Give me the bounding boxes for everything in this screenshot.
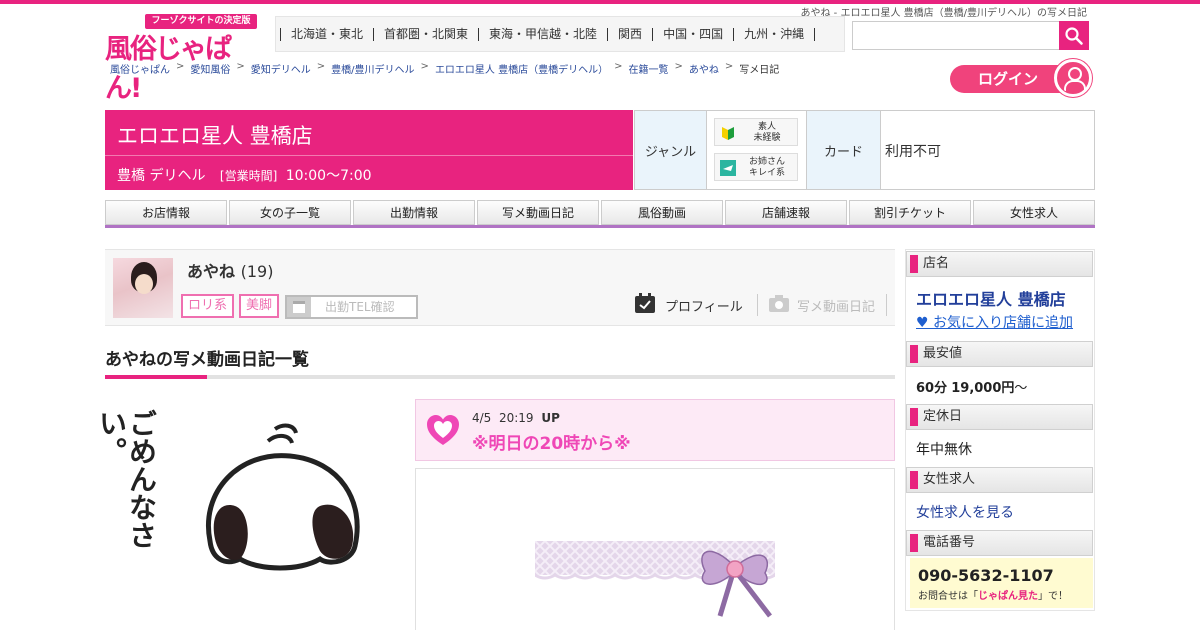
- sidebar-holiday-value: 年中無休: [916, 442, 972, 458]
- beginner-icon: [719, 124, 737, 142]
- tab-diary[interactable]: 写メ動画日記: [477, 200, 599, 225]
- jobs-link[interactable]: 女性求人を見る: [916, 502, 1014, 522]
- ribbon-banner-image: [535, 541, 775, 618]
- sidebar-price-label: 最安値: [906, 341, 1093, 367]
- favorite-link[interactable]: ♥ お気に入り店舗に追加: [916, 312, 1073, 332]
- breadcrumb-link[interactable]: あやね: [689, 61, 719, 76]
- breadcrumb-current: 写メ日記: [739, 65, 780, 76]
- tag-badge: ロリ系: [181, 294, 235, 318]
- tab-videos[interactable]: 風俗動画: [601, 200, 723, 225]
- tab-schedule[interactable]: 出勤情報: [353, 200, 475, 225]
- girl-age: (19): [240, 262, 274, 281]
- girl-thumbnail[interactable]: [113, 258, 173, 318]
- search-input[interactable]: [852, 21, 1060, 50]
- sidebar-price: 60分 19,000円～: [916, 381, 1028, 396]
- section-underline: [105, 375, 895, 379]
- diary-link[interactable]: 写メ動画日記: [797, 296, 875, 315]
- calendar-check-icon: [634, 292, 656, 314]
- sidebar-holiday-label: 定休日: [906, 404, 1093, 430]
- camera-icon: [768, 293, 790, 313]
- heart-icon: [427, 415, 459, 445]
- sidebar-jobs-label: 女性求人: [906, 467, 1093, 493]
- card-label: カード: [807, 111, 881, 189]
- sidebar-shop-name[interactable]: エロエロ星人 豊橋店: [916, 286, 1066, 310]
- breadcrumb-link[interactable]: 風俗じゃぱん: [110, 61, 170, 76]
- shop-name: エロエロ星人 豊橋店: [117, 124, 313, 148]
- card-value: 利用不可: [885, 144, 941, 160]
- tab-jobs[interactable]: 女性求人: [973, 200, 1095, 225]
- sidebar-phone-label: 電話番号: [906, 530, 1093, 556]
- diary-entry-header[interactable]: 4/5 20:19 UP ※明日の20時から※: [415, 399, 895, 461]
- region-nav: 北海道・東北 首都圏・北関東 東海・甲信越・北陸 関西 中国・四国 九州・沖縄: [275, 16, 845, 52]
- genre-label: ジャンル: [635, 111, 707, 189]
- tel-check-button[interactable]: 出勤TEL確認: [285, 295, 418, 319]
- search-button[interactable]: [1059, 21, 1089, 50]
- tab-news[interactable]: 店舗速報: [725, 200, 847, 225]
- genre-badge: 素人 未経験: [714, 118, 798, 146]
- diary-entry-body: [415, 468, 895, 630]
- diary-date: 4/5 20:19 UP: [472, 411, 560, 425]
- region-link[interactable]: 関西: [607, 27, 652, 41]
- tab-shop-info[interactable]: お店情報: [105, 200, 227, 225]
- shop-header: エロエロ星人 豊橋店 豊橋 デリヘル [営業時間] 10:00～7:00: [105, 110, 633, 190]
- sparkle-icon: [719, 159, 737, 177]
- search-icon: [1065, 26, 1083, 45]
- girl-name-line: あやね (19): [187, 258, 273, 282]
- breadcrumb-link[interactable]: 在籍一覧: [629, 61, 669, 76]
- panda-illustration: [206, 423, 360, 571]
- breadcrumb-link[interactable]: エロエロ星人 豊橋店（豊橋デリヘル）: [435, 61, 608, 76]
- breadcrumb: 風俗じゃぱん > 愛知風俗 > 愛知デリヘル > 豊橋/豊川デリヘル > エロエロ星人 …: [110, 61, 780, 76]
- phone-note: お問合せは「じゃぱん見た」で！: [918, 591, 1068, 602]
- breadcrumb-link[interactable]: 愛知風俗: [190, 61, 230, 76]
- genre-badge: お姉さん キレイ系: [714, 153, 798, 181]
- hours-label: [営業時間]: [219, 169, 278, 183]
- sidebar-shop-label: 店名: [906, 251, 1093, 277]
- login-button[interactable]: ログイン: [950, 59, 1092, 97]
- section-title: あやねの写メ動画日記一覧: [105, 350, 309, 370]
- shop-info-table: ジャンル 素人 未経験 お姉さん キレイ系 カード 利用不可: [634, 110, 1095, 190]
- profile-link[interactable]: プロフィール: [665, 296, 743, 315]
- shop-hours: 10:00～7:00: [285, 168, 372, 184]
- tab-coupons[interactable]: 割引チケット: [849, 200, 971, 225]
- girl-profile-bar: あやね (19) ロリ系 美脚 出勤TEL確認 プロフィール 写メ動画日記: [105, 249, 895, 326]
- site-logo[interactable]: フーゾクサイトの決定版 風俗じゃぱん!: [105, 14, 257, 104]
- phone-number[interactable]: 090-5632-1107: [918, 566, 1054, 585]
- region-link[interactable]: 北海道・東北: [280, 27, 373, 41]
- tag-badge: 美脚: [239, 294, 280, 318]
- diary-title[interactable]: ※明日の20時から※: [472, 429, 631, 454]
- phone-box: 090-5632-1107 お問合せは「じゃぱん見た」で！: [910, 558, 1093, 608]
- tab-girls[interactable]: 女の子一覧: [229, 200, 351, 225]
- shop-tabs: お店情報 女の子一覧 出勤情報 写メ動画日記 風俗動画 店舗速報 割引チケット …: [105, 200, 1095, 228]
- calendar-icon: [287, 297, 311, 317]
- shop-info: 豊橋 デリヘル [営業時間] 10:00～7:00: [117, 165, 372, 185]
- girl-name: あやね: [187, 262, 236, 281]
- shop-area-genre: 豊橋 デリヘル: [117, 168, 206, 184]
- breadcrumb-link[interactable]: 愛知デリヘル: [251, 61, 311, 76]
- diary-image-text: ごめんなさい。: [95, 409, 158, 549]
- region-link[interactable]: 中国・四国: [652, 27, 733, 41]
- genre-cell: 素人 未経験 お姉さん キレイ系: [707, 111, 807, 189]
- region-link[interactable]: 首都圏・北関東: [373, 27, 478, 41]
- breadcrumb-link[interactable]: 豊橋/豊川デリヘル: [331, 61, 414, 76]
- diary-image[interactable]: ごめんなさい。: [95, 399, 390, 602]
- region-link[interactable]: 九州・沖縄: [733, 27, 816, 41]
- user-icon: [1054, 59, 1092, 97]
- region-link[interactable]: 東海・甲信越・北陸: [478, 27, 607, 41]
